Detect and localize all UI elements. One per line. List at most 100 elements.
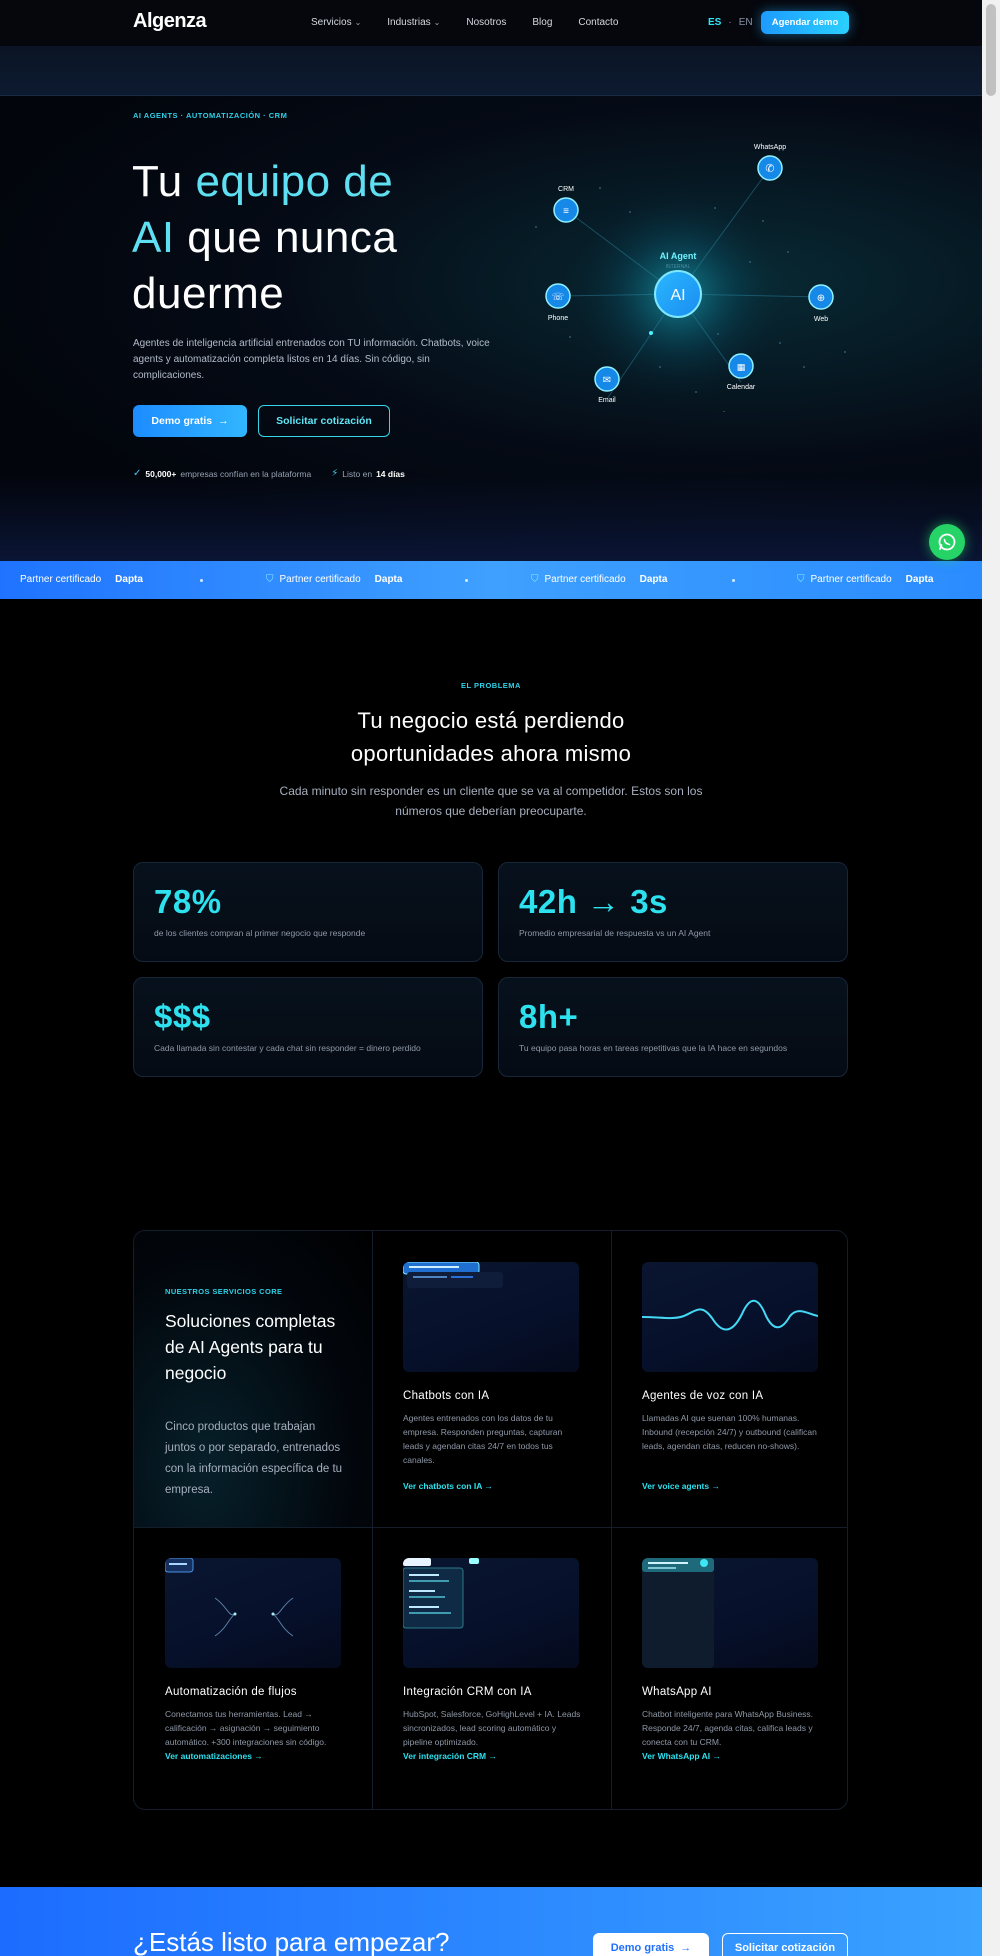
scrollbar[interactable] (982, 0, 1000, 1956)
automation-thumbnail (165, 1558, 341, 1668)
marquee-item: Partner certificado Dapta (20, 574, 143, 585)
request-quote-button[interactable]: Solicitar cotización (258, 405, 390, 437)
card-link[interactable]: Ver WhatsApp AI → (642, 1751, 721, 1761)
stat-card: 42h → 3s Promedio empresarial de respues… (498, 862, 848, 962)
cta-title: ¿Estás listo para empezar? (133, 1927, 450, 1956)
demo-gratis-button[interactable]: Demo gratis → (133, 405, 247, 437)
card-link[interactable]: Ver chatbots con IA → (403, 1481, 493, 1491)
svg-text:WhatsApp: WhatsApp (754, 144, 786, 151)
service-card-crm[interactable]: Integración CRM con IA HubSpot, Salesfor… (372, 1527, 610, 1809)
lang-es[interactable]: ES (708, 17, 721, 28)
hero-subtitle: Agentes de inteligencia artificial entre… (133, 338, 490, 381)
services-eyebrow: NUESTROS SERVICIOS CORE (165, 1287, 283, 1296)
chatbot-thumbnail (403, 1262, 579, 1372)
database-icon: ≡ (563, 206, 569, 217)
shield-icon: ⛉ (266, 574, 274, 585)
svg-text:Email: Email (598, 397, 616, 404)
hero-title: Tu equipo de AI que nunca duerme (132, 157, 398, 318)
problem-eyebrow: EL PROBLEMA (461, 681, 521, 690)
services-text: Cinco productos que trabajan juntos o po… (165, 1421, 343, 1496)
header-strip (0, 46, 982, 96)
card-title: Integración CRM con IA (403, 1686, 532, 1698)
schedule-demo-button[interactable]: Agendar demo (761, 11, 849, 34)
node-whatsapp[interactable]: ✆ WhatsApp (754, 144, 786, 181)
card-link[interactable]: Ver voice agents → (642, 1481, 720, 1491)
card-title: Agentes de voz con IA (642, 1390, 764, 1402)
card-desc: Agentes entrenados con los datos de tu e… (403, 1413, 563, 1465)
card-desc: Chatbot inteligente para WhatsApp Busine… (642, 1709, 814, 1747)
voice-wave-thumbnail (642, 1262, 818, 1372)
arrow-right-icon: → (711, 1481, 720, 1491)
partner-marquee: Partner certificado Dapta ⛉ Partner certif… (0, 561, 982, 599)
cta-demo-button[interactable]: Demo gratis → (593, 1933, 709, 1956)
nav-link-contacto[interactable]: Contacto (578, 17, 618, 28)
stat-desc: Cada llamada sin contestar y cada chat s… (154, 1043, 421, 1053)
node-web[interactable]: ⊕ Web (808, 284, 834, 323)
services-intro: NUESTROS SERVICIOS CORE Soluciones compl… (134, 1231, 372, 1527)
node-phone[interactable]: ☏ Phone (545, 283, 571, 322)
stat-card: 8h+ Tu equipo pasa horas en tareas repet… (498, 977, 848, 1077)
card-desc: HubSpot, Salesforce, GoHighLevel + IA. L… (403, 1709, 581, 1747)
whatsapp-icon: ✆ (765, 163, 774, 175)
nav-link-servicios[interactable]: Servicios ⌄ (311, 17, 361, 28)
problem-title-line2: oportunidades ahora mismo (350, 741, 632, 766)
service-card-voice[interactable]: Agentes de voz con IA Llamadas AI que su… (611, 1231, 847, 1521)
marquee-item: ⛉ Partner certificado Dapta (797, 574, 934, 585)
lightning-icon: ⚡ (331, 468, 339, 479)
services-title: Soluciones completas de AI Agents para t… (165, 1311, 336, 1383)
lang-separator: · (728, 17, 732, 28)
problem-subtitle-line2: números que deberían preocuparte. (395, 804, 587, 818)
nav-link-blog[interactable]: Blog (532, 17, 552, 28)
crm-thumbnail (403, 1558, 579, 1668)
card-link[interactable]: Ver integración CRM → (403, 1751, 497, 1761)
trust-row: ✓ 50,000+ empresas confían en la platafo… (133, 468, 405, 479)
stat-value: 8h+ (519, 998, 579, 1035)
node-crm[interactable]: ≡ CRM (553, 186, 579, 223)
svg-text:AI: AI (670, 287, 685, 304)
mail-icon: ✉ (603, 375, 611, 386)
marquee-item: ⛉ Partner certificado Dapta (266, 574, 403, 585)
services-grid: NUESTROS SERVICIOS CORE Soluciones compl… (133, 1230, 848, 1810)
cta-quote-button[interactable]: Solicitar cotización (722, 1933, 848, 1956)
top-navbar: Algenza Servicios ⌄ Industrias ⌄ Nosotros … (0, 0, 982, 46)
chevron-down-icon: ⌄ (354, 18, 362, 27)
svg-text:Calendar: Calendar (727, 384, 756, 391)
card-link[interactable]: Ver automatizaciones → (165, 1751, 263, 1761)
scrollbar-thumb[interactable] (986, 4, 996, 96)
nav-link-nosotros[interactable]: Nosotros (466, 17, 506, 28)
calendar-icon: ▦ (737, 362, 746, 372)
shield-icon: ⛉ (797, 574, 805, 585)
arrow-right-icon: → (488, 1751, 498, 1761)
node-email[interactable]: ✉ Email (594, 366, 620, 404)
service-card-whatsapp[interactable]: WhatsApp AI Chatbot inteligente para Wha… (611, 1527, 847, 1809)
service-card-automation[interactable]: Automatización de flujos Conectamos tus … (134, 1527, 372, 1809)
stat-value: 42h → 3s (519, 883, 668, 920)
cta-section: ¿Estás listo para empezar? Demo gratis → … (0, 1887, 982, 1956)
stat-card: $$$ Cada llamada sin contestar y cada ch… (133, 977, 483, 1077)
logo[interactable]: Algenza (133, 10, 207, 33)
nav-link-industrias[interactable]: Industrias ⌄ (387, 17, 440, 28)
stat-card: 78% de los clientes compran al primer ne… (133, 862, 483, 962)
hero-section: AI AGENTS · AUTOMATIZACIÓN · CRM Tu equi… (0, 96, 982, 561)
node-calendar[interactable]: ▦ Calendar (727, 353, 756, 391)
lang-en[interactable]: EN (739, 17, 753, 28)
language-switcher: ES · EN (708, 17, 753, 28)
stat-desc: Tu equipo pasa horas en tareas repetitiv… (519, 1043, 788, 1053)
stat-value: $$$ (154, 998, 211, 1035)
stat-desc: de los clientes compran al primer negoci… (154, 928, 366, 938)
whatsapp-thumbnail (642, 1558, 818, 1668)
service-card-chatbots[interactable]: Chatbots con IA Agentes entrenados con l… (372, 1231, 610, 1521)
check-circle-icon: ✓ (133, 468, 142, 479)
ai-agent-network-diagram: AI AI Agent INTERNAL ✆ WhatsApp ≡ CRM ☏ … (535, 144, 846, 412)
card-desc: Llamadas AI que suenan 100% humanas. Inb… (642, 1413, 817, 1451)
arrow-right-icon: → (712, 1751, 722, 1761)
globe-icon: ⊕ (817, 293, 825, 304)
card-title: Chatbots con IA (403, 1390, 490, 1402)
whatsapp-icon (938, 533, 956, 551)
whatsapp-float-button[interactable] (929, 524, 965, 560)
nav-links: Servicios ⌄ Industrias ⌄ Nosotros Blog Con… (311, 17, 644, 28)
hero-eyebrow: AI AGENTS · AUTOMATIZACIÓN · CRM (133, 111, 288, 120)
svg-text:CRM: CRM (558, 186, 574, 193)
arrow-right-icon: → (484, 1481, 493, 1491)
stat-value: 78% (154, 883, 222, 920)
